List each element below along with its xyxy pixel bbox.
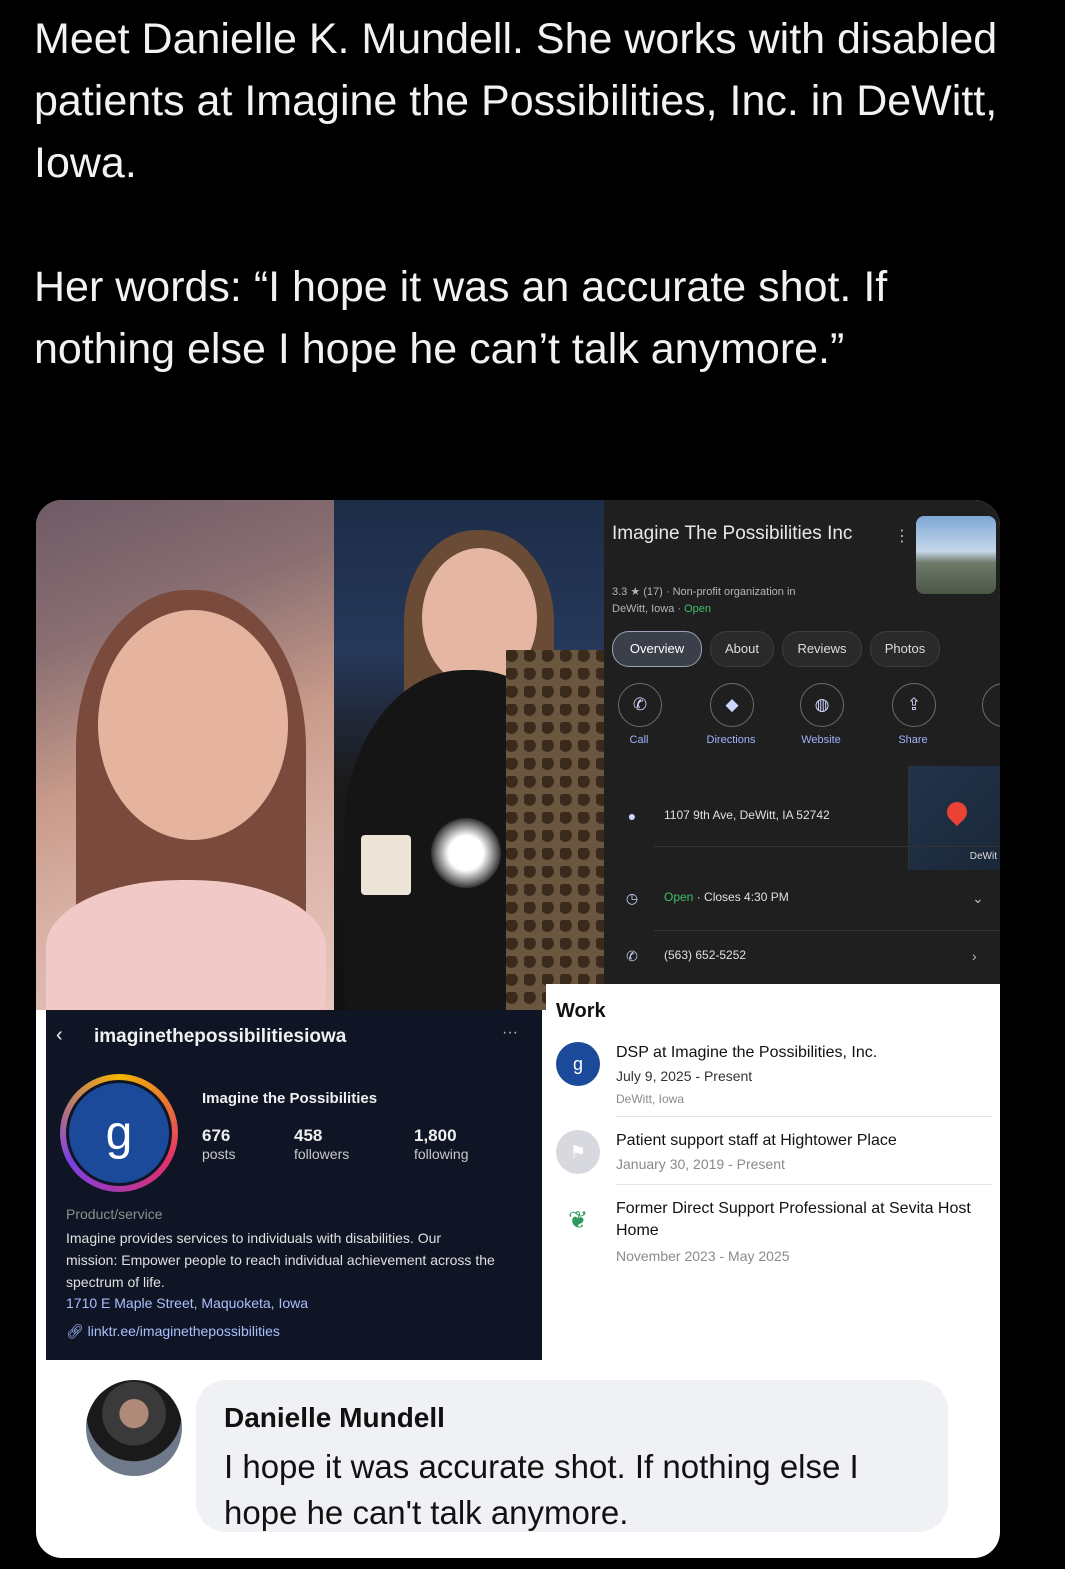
comment-text: I hope it was accurate shot. If nothing … — [224, 1448, 859, 1531]
tab-overview[interactable]: Overview — [612, 631, 702, 667]
divider — [654, 846, 1000, 847]
profile-address[interactable]: 1710 E Maple Street, Maquoketa, Iowa — [66, 1295, 308, 1311]
location-line: DeWitt, Iowa · Open — [612, 601, 882, 618]
camera-flash — [431, 818, 501, 888]
followers-label: followers — [294, 1146, 350, 1162]
badge — [361, 835, 411, 895]
divider — [616, 1184, 992, 1185]
chevron-right-icon[interactable]: › — [972, 948, 977, 964]
hours-close: · Closes 4:30 PM — [693, 890, 789, 904]
globe-icon[interactable]: ◍ — [800, 683, 844, 727]
business-name[interactable]: Imagine The Possibilities Inc — [612, 520, 872, 548]
chevron-down-icon[interactable]: ⌄ — [972, 890, 984, 907]
selfie-photo — [36, 500, 334, 1020]
followers-stat[interactable]: 458 followers — [294, 1126, 349, 1162]
clock-icon: ◷ — [625, 890, 639, 906]
work-dates: July 9, 2025 - Present — [616, 1068, 753, 1084]
business-photo[interactable] — [916, 516, 996, 594]
profile-avatar[interactable]: g — [60, 1074, 178, 1192]
profile-display-name: Imagine the Possibilities — [202, 1090, 378, 1107]
more-icon[interactable]: ··· — [502, 1024, 518, 1042]
back-icon[interactable]: ‹ — [56, 1024, 63, 1047]
save-icon[interactable] — [982, 683, 1000, 727]
business-meta: 3.3 ★ (17) · Non-profit organization in … — [612, 584, 882, 618]
map-pin-icon — [942, 797, 972, 827]
divider — [616, 1116, 992, 1117]
more-options-icon[interactable]: ⋮ — [894, 526, 910, 546]
directions-icon[interactable]: ◆ — [710, 683, 754, 727]
share-label: Share — [898, 734, 928, 746]
website-label: Website — [801, 734, 841, 746]
mini-map[interactable]: DeWit — [908, 766, 1000, 870]
following-label: following — [414, 1146, 469, 1162]
map-city-label: DeWit — [969, 851, 997, 862]
work-title: Patient support staff at Hightower Place — [616, 1132, 897, 1149]
rating-line: 3.3 ★ (17) · Non-profit organization in — [612, 586, 796, 598]
call-label: Call — [629, 734, 649, 746]
work-heading: Work — [556, 1000, 606, 1022]
profile-link-text: linktr.ee/imaginethepossibilities — [87, 1323, 280, 1339]
following-stat[interactable]: 1,800 following — [414, 1126, 468, 1162]
divider — [654, 930, 1000, 931]
posts-label: posts — [202, 1146, 236, 1162]
instagram-username: imaginethepossibilitiesiowa — [94, 1026, 347, 1047]
phone-text: (563) 652-5252 — [664, 948, 747, 962]
hours-open: Open — [664, 890, 694, 904]
work-location: DeWitt, Iowa — [616, 1092, 685, 1106]
work-history-panel: Work g DSP at Imagine the Possibilities,… — [546, 984, 1000, 1374]
phone-small-icon: ✆ — [626, 948, 638, 964]
leopard-jacket — [506, 650, 604, 1010]
commenter-name[interactable]: Danielle Mundell — [224, 1402, 445, 1434]
commenter-avatar[interactable] — [86, 1380, 182, 1476]
lightbulb-logo-icon: g — [66, 1080, 172, 1186]
tab-about[interactable]: About — [710, 631, 774, 667]
following-count: 1,800 — [414, 1126, 457, 1145]
work-title: DSP at Imagine the Possibilities, Inc. — [616, 1044, 878, 1061]
profile-link[interactable]: 🔗︎ linktr.ee/imaginethepossibilities — [66, 1323, 280, 1340]
followers-count: 458 — [294, 1126, 323, 1145]
hours-text: Open · Closes 4:30 PM — [664, 890, 789, 904]
directions-label: Directions — [706, 734, 756, 746]
image-collage[interactable]: Imagine The Possibilities Inc ⋮ 3.3 ★ (1… — [36, 500, 1000, 1558]
work-dates: November 2023 - May 2025 — [616, 1248, 790, 1264]
company-logo-icon: g — [556, 1042, 600, 1086]
open-status: Open — [684, 603, 712, 615]
location-pin-icon: ● — [627, 808, 637, 824]
instagram-profile-panel: ‹ imaginethepossibilitiesiowa ··· g Imag… — [46, 1010, 542, 1360]
leaf-logo-icon: ❦ — [556, 1198, 600, 1242]
tweet-text: Meet Danielle K. Mundell. She works with… — [34, 15, 998, 373]
location-text: DeWitt, Iowa · — [612, 603, 685, 615]
work-title: Former Direct Support Professional at Se… — [616, 1200, 971, 1239]
maps-business-panel: Imagine The Possibilities Inc ⋮ 3.3 ★ (1… — [604, 500, 1000, 984]
profile-bio: Imagine provides services to individuals… — [66, 1230, 495, 1290]
tab-photos[interactable]: Photos — [870, 631, 940, 667]
tab-reviews[interactable]: Reviews — [782, 631, 862, 667]
flag-icon: ⚑ — [556, 1130, 600, 1174]
share-icon[interactable]: ⇪ — [892, 683, 936, 727]
link-icon: 🔗︎ — [66, 1323, 88, 1339]
phone-icon[interactable]: ✆ — [618, 683, 662, 727]
posts-count: 676 — [202, 1126, 231, 1145]
posts-stat[interactable]: 676 posts — [202, 1126, 235, 1162]
profile-category: Product/service — [66, 1206, 163, 1222]
address-text: 1107 9th Ave, DeWitt, IA 52742 — [664, 808, 830, 822]
comment-bubble: Danielle Mundell I hope it was accurate … — [196, 1380, 948, 1532]
work-dates: January 30, 2019 - Present — [616, 1156, 785, 1172]
